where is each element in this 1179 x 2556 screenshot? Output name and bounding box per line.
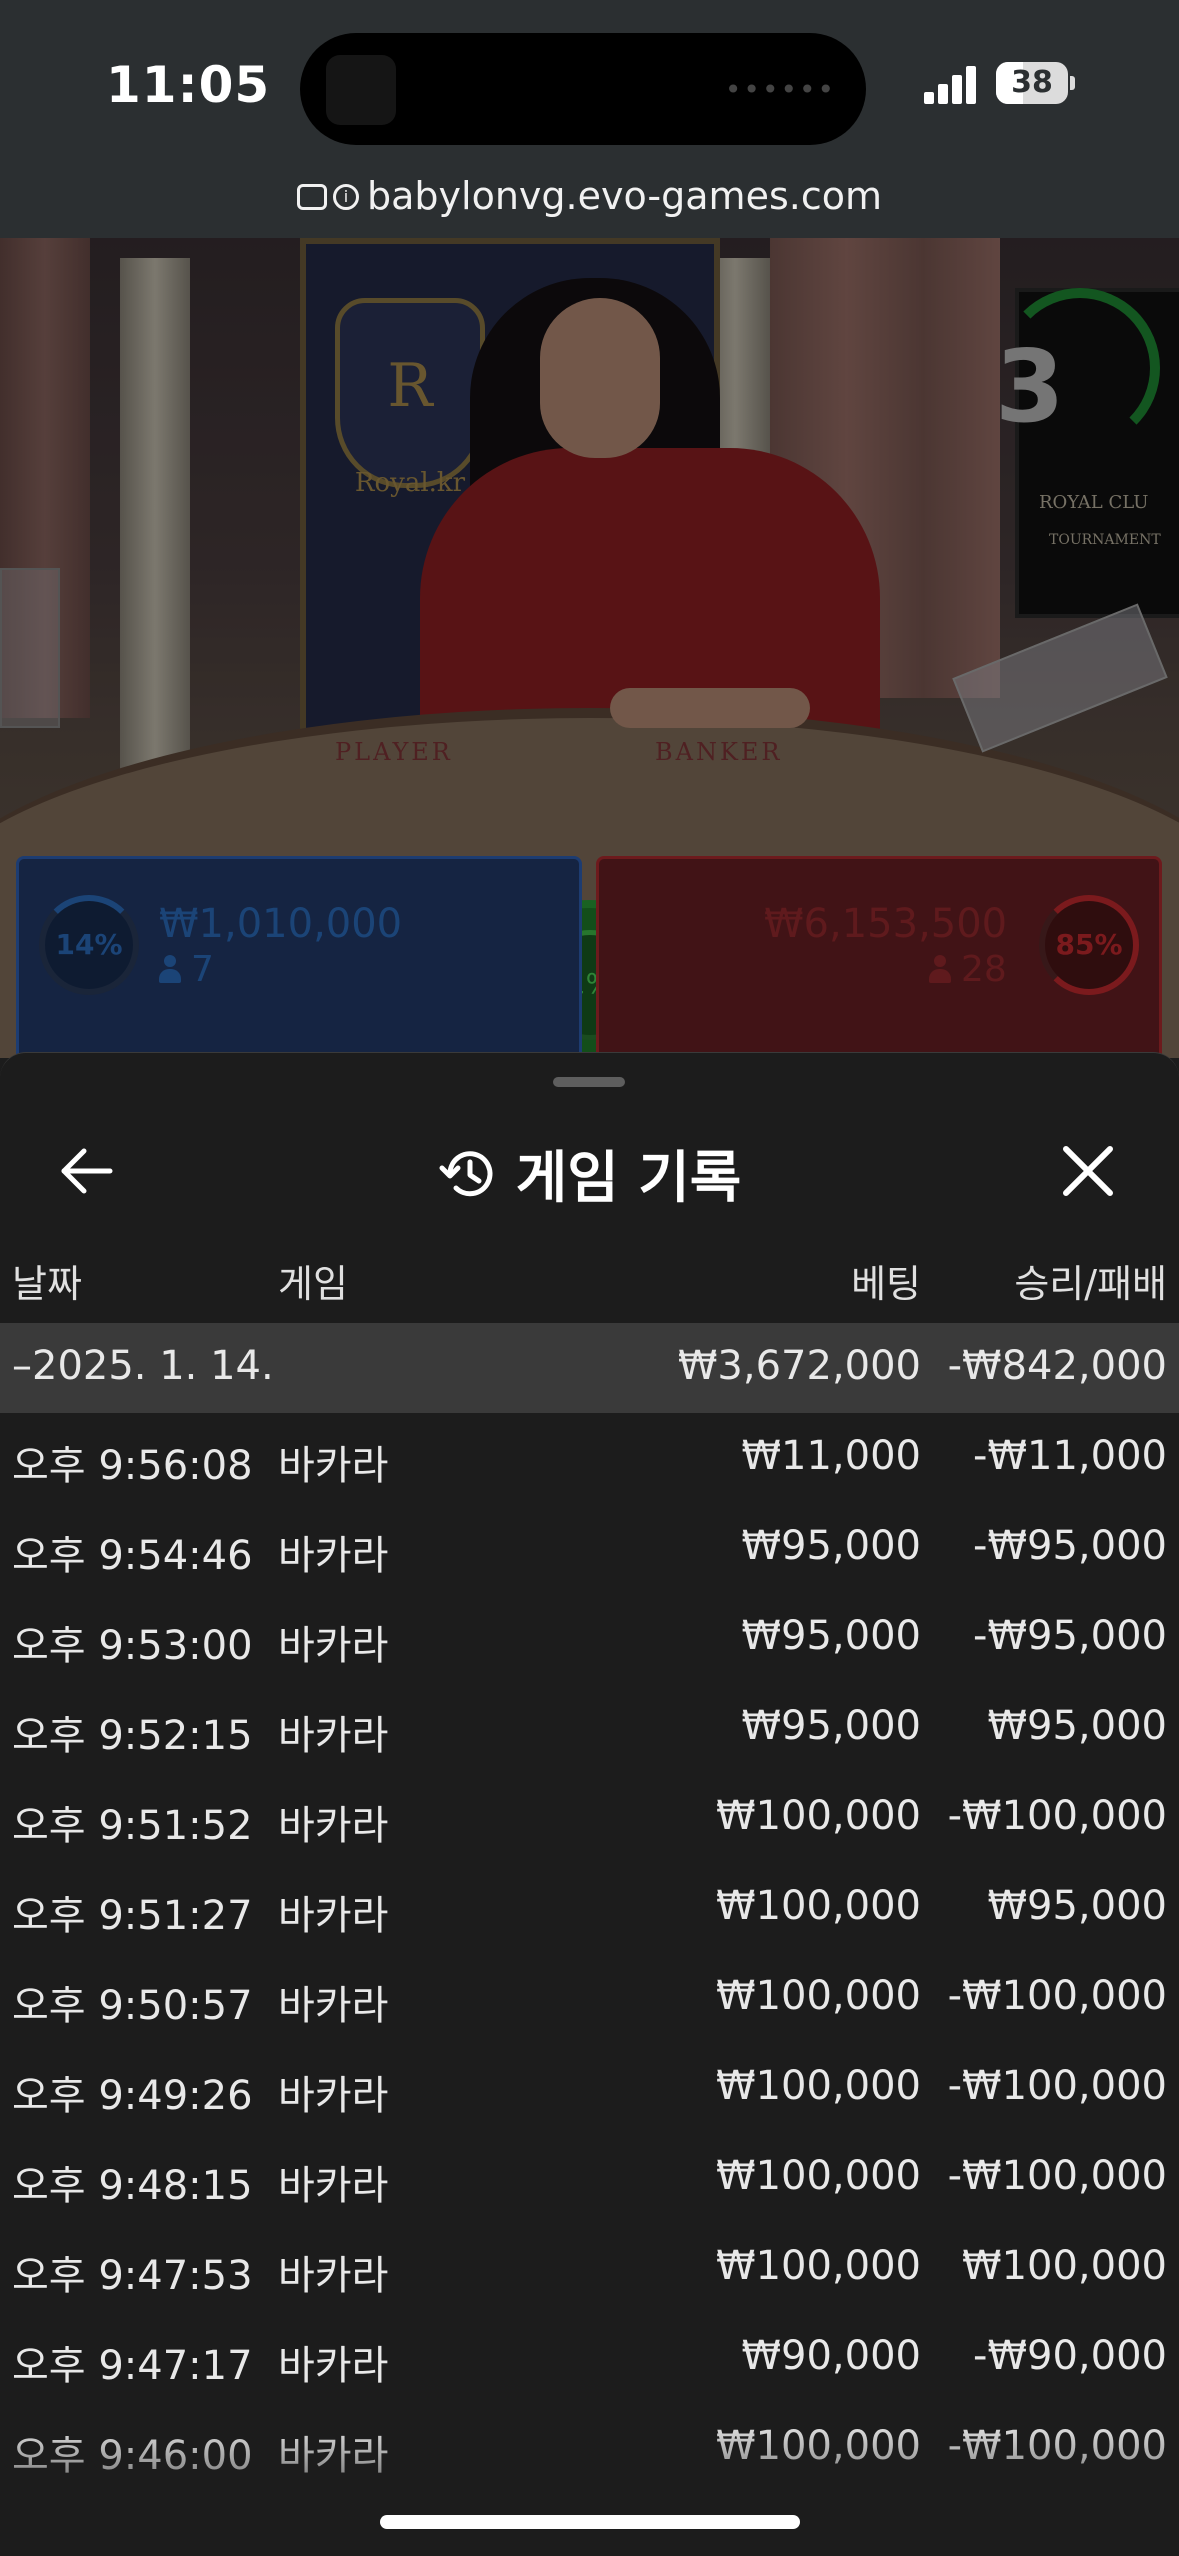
row-time: 오후 9:46:00 [12,2433,253,2479]
row-bet: ₩100,000 [716,2153,921,2199]
row-bet: ₩100,000 [716,2243,921,2289]
row-bet: ₩95,000 [741,1613,921,1659]
row-time: 오후 9:51:27 [12,1893,253,1939]
row-game: 바카라 [278,1893,389,1939]
row-time: 오후 9:53:00 [12,1623,253,1669]
status-time: 11:05 [106,56,271,114]
column-header-date: 날짜 [12,1262,82,1306]
table-row[interactable]: 오후 9:53:00 바카라 ₩95,000 -₩95,000 [0,1593,1179,1683]
camera-icon [326,55,396,125]
row-time: 오후 9:54:46 [12,1533,253,1579]
row-game: 바카라 [278,1623,389,1669]
row-game: 바카라 [278,2073,389,2119]
row-game: 바카라 [278,2253,389,2299]
url-text[interactable]: babylonvg.evo-games.com [367,174,882,218]
table-row[interactable]: 오후 9:50:57 바카라 ₩100,000 -₩100,000 [0,1953,1179,2043]
row-win-loss: -₩100,000 [947,1793,1167,1839]
row-win-loss: -₩100,000 [947,1973,1167,2019]
row-time: 오후 9:49:26 [12,2073,253,2119]
row-game: 바카라 [278,1713,389,1759]
sheet-grabber[interactable] [553,1077,625,1087]
battery-icon: 38 [996,62,1068,104]
row-time: 오후 9:52:15 [12,1713,253,1759]
date-group-header[interactable]: –2025. 1. 14. ₩3,672,000 -₩842,000 [0,1323,1179,1413]
row-game: 바카라 [278,2163,389,2209]
group-win-loss-total: -₩842,000 [947,1343,1167,1389]
table-row[interactable]: 오후 9:52:15 바카라 ₩95,000 ₩95,000 [0,1683,1179,1773]
row-win-loss: ₩100,000 [962,2243,1167,2289]
dynamic-island: •••••• [300,33,866,145]
table-row[interactable]: 오후 9:48:15 바카라 ₩100,000 -₩100,000 [0,2133,1179,2223]
status-bar: 11:05 •••••• 38 [0,0,1179,160]
table-row[interactable]: 오후 9:51:27 바카라 ₩100,000 ₩95,000 [0,1863,1179,1953]
sheet-title: 게임 기록 [0,1133,1179,1214]
video-dim-overlay [0,238,1179,1058]
row-bet: ₩100,000 [716,2423,921,2469]
row-game: 바카라 [278,2433,389,2479]
row-bet: ₩11,000 [741,1433,921,1479]
row-time: 오후 9:48:15 [12,2163,253,2209]
home-indicator[interactable] [380,2515,800,2529]
column-header-win-loss: 승리/패배 [1014,1262,1167,1306]
row-win-loss: -₩100,000 [947,2063,1167,2109]
row-win-loss: -₩90,000 [973,2333,1167,2379]
row-time: 오후 9:50:57 [12,1983,253,2029]
row-time: 오후 9:56:08 [12,1443,253,1489]
table-row[interactable]: 오후 9:47:17 바카라 ₩90,000 -₩90,000 [0,2313,1179,2403]
column-header-game: 게임 [278,1262,348,1306]
row-bet: ₩100,000 [716,1973,921,2019]
row-win-loss: -₩100,000 [947,2423,1167,2469]
group-bet-total: ₩3,672,000 [677,1343,921,1389]
close-icon[interactable] [1058,1141,1118,1201]
row-win-loss: ₩95,000 [987,1883,1167,1929]
lock-icon [297,183,328,210]
battery-level: 38 [1011,65,1053,100]
column-header-bet: 베팅 [851,1262,921,1306]
info-icon: i [333,183,360,210]
title-text: 게임 기록 [515,1146,742,1211]
row-win-loss: -₩11,000 [973,1433,1167,1479]
table-row[interactable]: 오후 9:49:26 바카라 ₩100,000 -₩100,000 [0,2043,1179,2133]
signal-icon [924,64,978,104]
row-win-loss: ₩95,000 [987,1703,1167,1749]
table-row[interactable]: 오후 9:46:00 바카라 ₩100,000 -₩100,000 [0,2403,1179,2493]
row-bet: ₩95,000 [741,1703,921,1749]
row-time: 오후 9:51:52 [12,1803,253,1849]
row-game: 바카라 [278,1983,389,2029]
row-time: 오후 9:47:17 [12,2343,253,2389]
row-bet: ₩100,000 [716,2063,921,2109]
row-game: 바카라 [278,1803,389,1849]
row-bet: ₩100,000 [716,1883,921,1929]
row-game: 바카라 [278,1533,389,1579]
row-bet: ₩95,000 [741,1523,921,1569]
table-row[interactable]: 오후 9:47:53 바카라 ₩100,000 ₩100,000 [0,2223,1179,2313]
table-row[interactable]: 오후 9:51:52 바카라 ₩100,000 -₩100,000 [0,1773,1179,1863]
group-date: –2025. 1. 14. [12,1343,274,1389]
island-dots-icon: •••••• [724,73,836,106]
row-bet: ₩90,000 [741,2333,921,2379]
row-game: 바카라 [278,2343,389,2389]
table-row[interactable]: 오후 9:56:08 바카라 ₩11,000 -₩11,000 [0,1413,1179,1503]
game-history-sheet: 게임 기록 날짜 게임 베팅 승리/패배 –2025. 1. 14. ₩3,67… [0,1052,1179,2556]
row-win-loss: -₩95,000 [973,1523,1167,1569]
row-time: 오후 9:47:53 [12,2253,253,2299]
battery-tip [1070,76,1075,90]
row-bet: ₩100,000 [716,1793,921,1839]
row-win-loss: -₩100,000 [947,2153,1167,2199]
row-win-loss: -₩95,000 [973,1613,1167,1659]
history-clock-icon [439,1150,493,1196]
row-game: 바카라 [278,1443,389,1489]
url-bar[interactable]: i babylonvg.evo-games.com [0,160,1179,238]
table-row[interactable]: 오후 9:54:46 바카라 ₩95,000 -₩95,000 [0,1503,1179,1593]
